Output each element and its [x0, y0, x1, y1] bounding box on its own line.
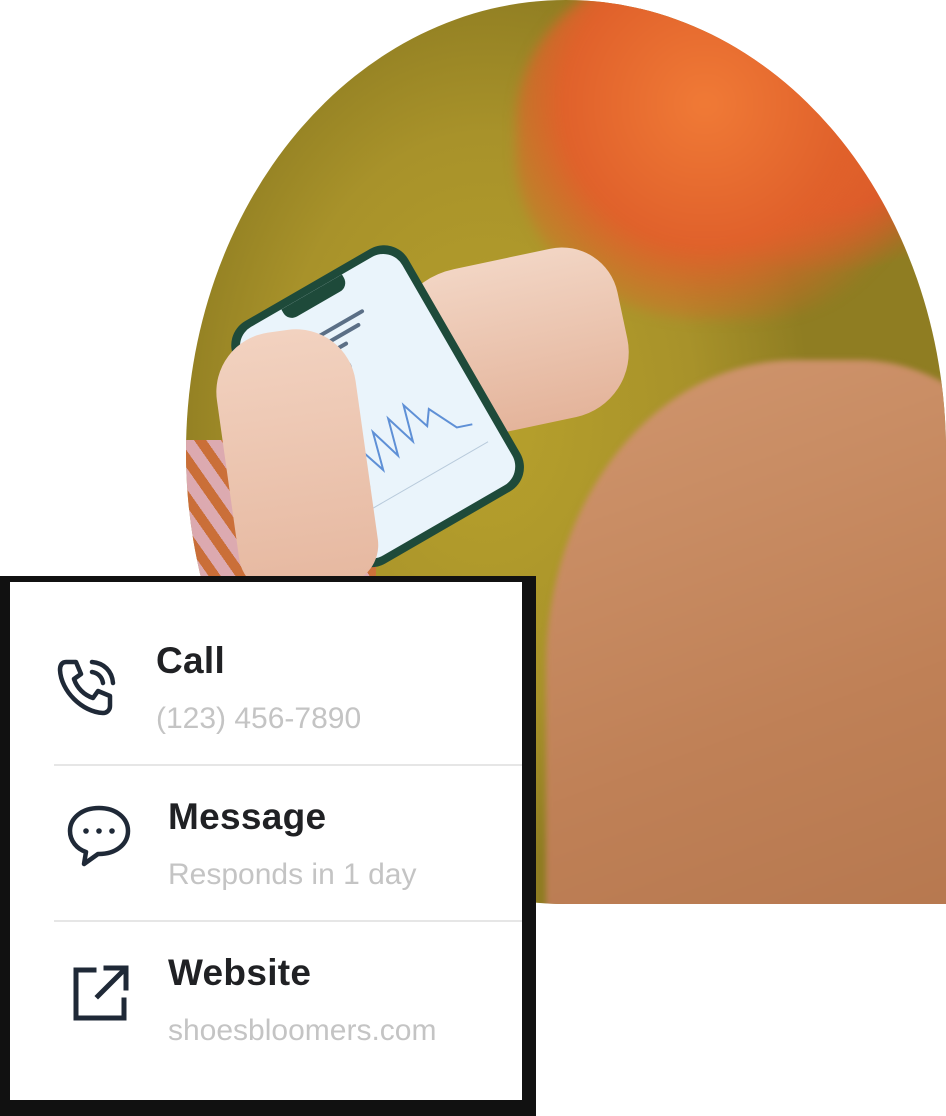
website-title: Website — [168, 952, 312, 993]
contact-card: Call (123) 456-7890 Message Responds in … — [0, 576, 536, 1116]
website-option[interactable]: Website shoesbloomers.com — [10, 922, 522, 1100]
call-title: Call — [156, 640, 226, 681]
chat-bubble-icon — [64, 800, 134, 875]
message-option[interactable]: Message Responds in 1 day — [10, 766, 522, 922]
call-option[interactable]: Call (123) 456-7890 — [10, 582, 522, 766]
contact-card-body: Call (123) 456-7890 Message Responds in … — [10, 582, 522, 1100]
message-response-time: Responds in 1 day — [168, 858, 417, 891]
phone-notch — [281, 274, 349, 322]
call-phone-number: (123) 456-7890 — [156, 702, 362, 735]
phone-icon — [52, 652, 122, 727]
external-link-icon — [70, 962, 132, 1029]
website-url[interactable]: shoesbloomers.com — [168, 1014, 436, 1048]
person-sweater — [546, 360, 946, 904]
message-title: Message — [168, 796, 327, 837]
